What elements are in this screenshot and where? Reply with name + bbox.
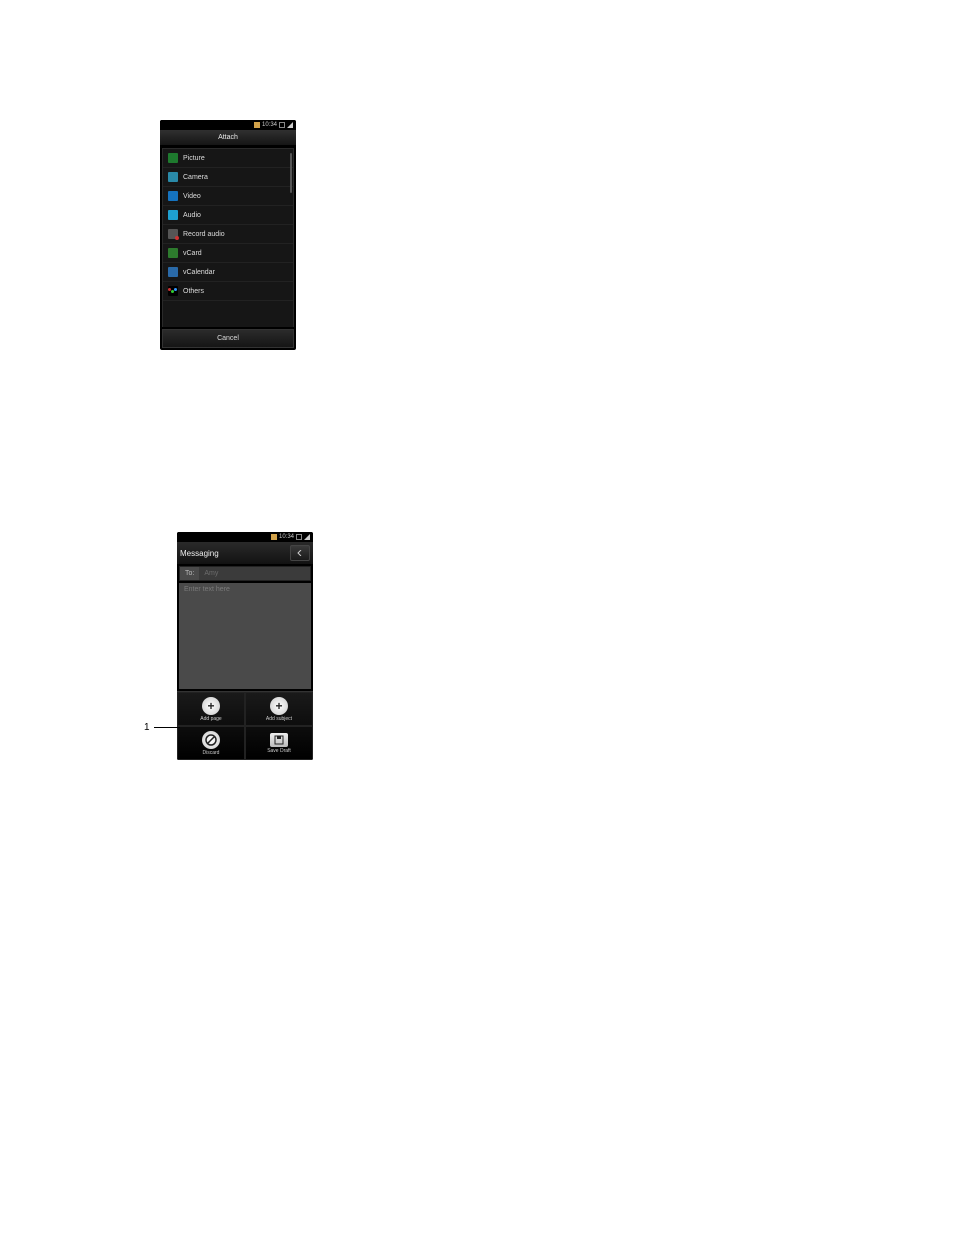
messaging-screenshot: 10:34 Messaging To: Amy Enter text here … [177, 532, 313, 760]
audio-icon [168, 210, 178, 220]
record-audio-icon [168, 229, 178, 239]
options-menu-panel: + Add page + Add subject Discard Save Dr… [177, 691, 313, 760]
menu-save-draft[interactable]: Save Draft [245, 726, 313, 760]
battery-icon [296, 534, 302, 540]
others-icon [168, 286, 178, 296]
to-field-row: To: Amy [179, 566, 311, 581]
status-time: 10:34 [279, 534, 294, 540]
attach-option-picture[interactable]: Picture [163, 149, 293, 168]
attach-option-audio[interactable]: Audio [163, 206, 293, 225]
attach-option-vcard[interactable]: vCard [163, 244, 293, 263]
status-bar: 10:34 [177, 532, 313, 542]
message-body-input[interactable]: Enter text here [179, 583, 311, 689]
callout-leader-line [154, 727, 180, 728]
to-input[interactable]: Amy [199, 567, 310, 580]
vcalendar-icon [168, 267, 178, 277]
plus-icon: + [270, 697, 288, 715]
attach-option-label: Video [183, 193, 201, 200]
attach-option-label: vCard [183, 250, 202, 257]
scrollbar[interactable] [290, 153, 292, 193]
attach-option-label: Audio [183, 212, 201, 219]
menu-label: Save Draft [267, 748, 291, 754]
attach-option-record-audio[interactable]: Record audio [163, 225, 293, 244]
menu-add-page[interactable]: + Add page [177, 692, 245, 726]
attach-dialog-title: Attach [160, 130, 296, 146]
notification-mail-icon [271, 534, 277, 540]
cancel-button[interactable]: Cancel [162, 329, 294, 348]
camera-icon [168, 172, 178, 182]
attach-option-vcalendar[interactable]: vCalendar [163, 263, 293, 282]
menu-label: Add page [200, 716, 221, 722]
signal-icon [304, 534, 310, 540]
save-icon [270, 733, 288, 747]
chevron-left-icon [297, 550, 303, 556]
picture-icon [168, 153, 178, 163]
callout-number: 1 [144, 722, 150, 733]
back-button[interactable] [290, 545, 310, 561]
attach-option-label: Camera [183, 174, 208, 181]
callout-1: 1 [144, 722, 180, 733]
messaging-header: Messaging [177, 542, 313, 564]
attach-option-label: Record audio [183, 231, 225, 238]
battery-icon [279, 122, 285, 128]
attach-option-label: Picture [183, 155, 205, 162]
attach-option-video[interactable]: Video [163, 187, 293, 206]
video-icon [168, 191, 178, 201]
vcard-icon [168, 248, 178, 258]
status-bar: 10:34 [160, 120, 296, 130]
attach-option-others[interactable]: Others [163, 282, 293, 301]
menu-discard[interactable]: Discard [177, 726, 245, 760]
screen-title: Messaging [180, 549, 290, 558]
attach-option-camera[interactable]: Camera [163, 168, 293, 187]
notification-mail-icon [254, 122, 260, 128]
status-time: 10:34 [262, 122, 277, 128]
to-label: To: [180, 567, 199, 580]
attach-option-label: Others [183, 288, 204, 295]
discard-icon [202, 731, 220, 749]
menu-add-subject[interactable]: + Add subject [245, 692, 313, 726]
attach-dialog-screenshot: 10:34 Attach Picture Camera Video Audio … [160, 120, 296, 350]
menu-label: Add subject [266, 716, 292, 722]
signal-icon [287, 122, 293, 128]
menu-label: Discard [203, 750, 220, 756]
attach-option-label: vCalendar [183, 269, 215, 276]
attach-options-list: Picture Camera Video Audio Record audio … [162, 148, 294, 327]
plus-icon: + [202, 697, 220, 715]
